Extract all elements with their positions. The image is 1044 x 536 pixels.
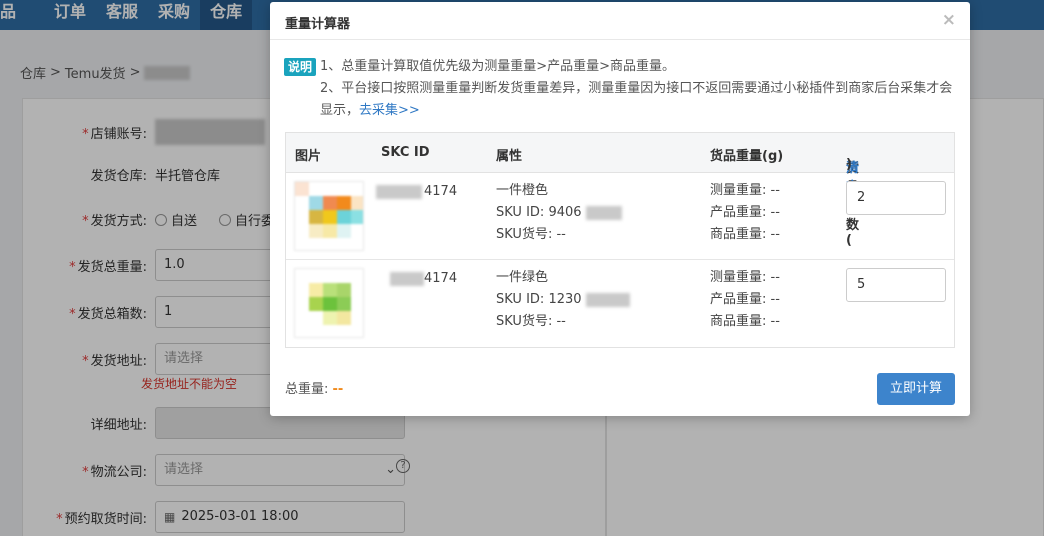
skc-id: 4174 bbox=[424, 184, 458, 199]
product-weight: 产品重量: -- bbox=[710, 205, 780, 220]
product-thumbnail bbox=[294, 268, 364, 338]
redacted-skc bbox=[376, 185, 422, 199]
weight-table: 图片 SKC ID 属性 货品重量(g) 货品件数(清空) bbox=[285, 132, 955, 348]
total-weight-value: -- bbox=[332, 382, 344, 397]
goods-weight: 商品重量: -- bbox=[710, 227, 780, 242]
attr-name: 一件绿色 bbox=[496, 270, 549, 285]
attr-name: 一件橙色 bbox=[496, 183, 549, 198]
header-skc: SKC ID bbox=[381, 145, 430, 160]
collect-link[interactable]: 去采集>> bbox=[359, 103, 420, 118]
note-line-2: 2、平台接口按照测量重量判断发货重量差异，测量重量因为接口不返回需要通过小秘插件… bbox=[320, 81, 953, 96]
sku-id-label: SKU ID: bbox=[496, 205, 545, 220]
note-line-1: 1、总重量计算取值优先级为测量重量>产品重量>商品重量。 bbox=[320, 59, 676, 74]
weight-calculator-modal: 重量计算器 × 说明 1、总重量计算取值优先级为测量重量>产品重量>商品重量。 … bbox=[270, 2, 970, 416]
table-header: 图片 SKC ID 属性 货品重量(g) 货品件数(清空) bbox=[286, 133, 954, 248]
sku-code: SKU货号: -- bbox=[496, 227, 566, 242]
modal-header: 重量计算器 × bbox=[270, 2, 970, 40]
header-attr: 属性 bbox=[496, 149, 523, 164]
modal-title: 重量计算器 bbox=[285, 17, 351, 32]
header-weight: 货品重量(g) bbox=[710, 149, 784, 164]
calculate-button[interactable]: 立即计算 bbox=[877, 373, 955, 405]
note-line-3: 显示，去采集>> bbox=[320, 103, 420, 118]
sku-code: SKU货号: -- bbox=[496, 314, 566, 329]
table-row: 4174 一件橙色 SKU ID: 9406 SKU货号: -- 测量重量: -… bbox=[286, 173, 954, 260]
skc-id: 4174 bbox=[424, 271, 458, 286]
notes: 说明 1、总重量计算取值优先级为测量重量>产品重量>商品重量。 2、平台接口按照… bbox=[284, 56, 960, 122]
quantity-input[interactable]: 2 bbox=[846, 181, 946, 215]
measured-weight: 测量重量: -- bbox=[710, 270, 780, 285]
sku-id: 9406 bbox=[548, 205, 582, 220]
total-weight: 总重量: -- bbox=[285, 378, 343, 397]
sku-id: 1230 bbox=[548, 292, 582, 307]
product-thumbnail bbox=[294, 181, 364, 251]
product-weight: 产品重量: -- bbox=[710, 292, 780, 307]
measured-weight: 测量重量: -- bbox=[710, 183, 780, 198]
sku-id-label: SKU ID: bbox=[496, 292, 545, 307]
header-image: 图片 bbox=[295, 149, 322, 164]
note-tag: 说明 bbox=[284, 58, 317, 76]
total-weight-label: 总重量: bbox=[285, 382, 329, 397]
close-icon[interactable]: × bbox=[942, 10, 956, 30]
redacted-sku bbox=[585, 292, 630, 307]
quantity-input[interactable]: 5 bbox=[846, 268, 946, 302]
goods-weight: 商品重量: -- bbox=[710, 314, 780, 329]
redacted-skc bbox=[390, 272, 424, 286]
table-row: 4174 一件绿色 SKU ID: 1230 SKU货号: -- 测量重量: -… bbox=[286, 260, 954, 347]
redacted-sku bbox=[585, 205, 622, 220]
